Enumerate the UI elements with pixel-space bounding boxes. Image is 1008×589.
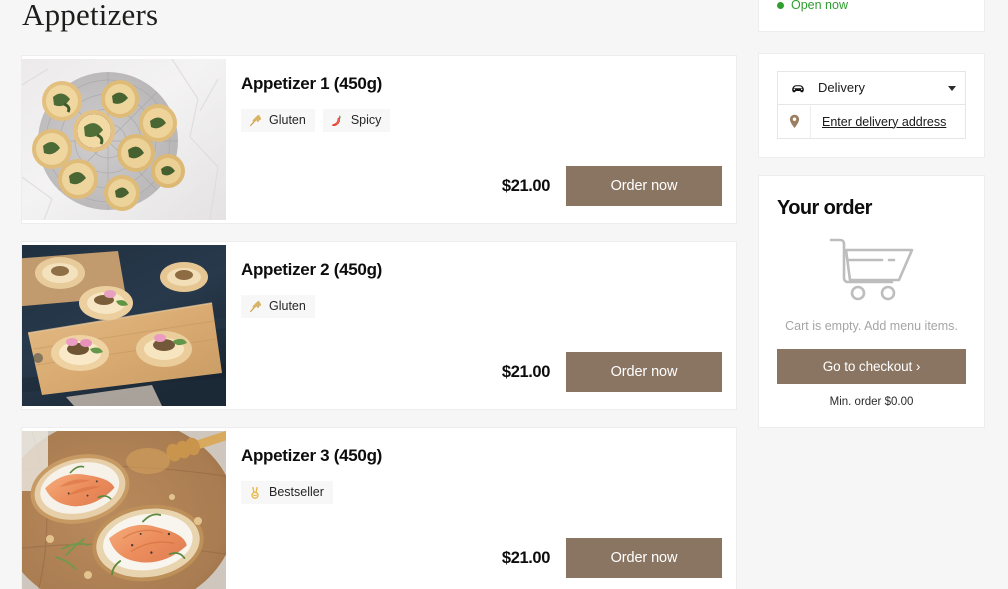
menu-item-photo-appetizer-3: [22, 431, 226, 589]
menu-item-list: Appetizer 1 (450g) Gluten Spicy $21.00 O…: [0, 56, 736, 589]
order-now-button[interactable]: Order now: [566, 352, 722, 392]
tag-spicy: Spicy: [322, 109, 391, 132]
menu-item-photo-appetizer-2: [22, 245, 226, 406]
min-order-label: Min. order $0.00: [829, 396, 914, 408]
menu-item-name: Appetizer 1 (450g): [241, 74, 383, 93]
menu-item-body: Appetizer 2 (450g) Gluten $21.00 Order n…: [226, 242, 736, 409]
delivery-mode-select[interactable]: Delivery: [777, 71, 966, 105]
delivery-address-field[interactable]: Enter delivery address: [777, 105, 966, 139]
menu-item-name: Appetizer 2 (450g): [241, 260, 383, 279]
wheat-icon: [248, 114, 262, 128]
status-dot-icon: [777, 2, 784, 9]
menu-item-price-row: $21.00 Order now: [502, 352, 722, 392]
tag-label: Spicy: [350, 113, 382, 127]
menu-item-body: Appetizer 3 (450g) Bestseller $21.00 Ord…: [226, 428, 736, 589]
tag-label: Gluten: [269, 299, 306, 313]
cart-empty-message: Cart is empty. Add menu items.: [785, 319, 958, 333]
menu-column: Appetizers Appetizer 1 (450g) Gluten Spi…: [0, 0, 736, 589]
chevron-down-icon[interactable]: [948, 85, 956, 91]
menu-item-tags: Bestseller: [241, 481, 721, 504]
menu-item-photo-appetizer-1: [22, 59, 226, 220]
order-now-button[interactable]: Order now: [566, 538, 722, 578]
menu-item-tags: Gluten Spicy: [241, 109, 721, 132]
wheat-icon: [248, 300, 262, 314]
map-pin-icon: [778, 105, 811, 138]
menu-item-price: $21.00: [501, 548, 550, 567]
delivery-options-card: Delivery Enter delivery address: [759, 54, 984, 157]
delivery-mode-label: Delivery: [818, 80, 865, 95]
tag-gluten: Gluten: [241, 295, 315, 318]
menu-page: Appetizers Appetizer 1 (450g) Gluten Spi…: [0, 0, 1008, 589]
your-order-title: Your order: [777, 197, 872, 219]
tag-bestseller: Bestseller: [241, 481, 333, 504]
restaurant-status-card: Open now: [759, 0, 984, 31]
sidebar: Open now Delivery Enter delivery address…: [759, 0, 984, 427]
shopping-cart-icon: [826, 234, 918, 302]
menu-item-body: Appetizer 1 (450g) Gluten Spicy $21.00 O…: [226, 56, 736, 223]
menu-item-tags: Gluten: [241, 295, 721, 318]
menu-item-price-row: $21.00 Order now: [502, 538, 722, 578]
menu-item-price-row: $21.00 Order now: [502, 166, 722, 206]
menu-item-card[interactable]: Appetizer 3 (450g) Bestseller $21.00 Ord…: [22, 428, 736, 589]
order-now-button[interactable]: Order now: [566, 166, 722, 206]
car-icon: [790, 80, 806, 96]
menu-item-card[interactable]: Appetizer 2 (450g) Gluten $21.00 Order n…: [22, 242, 736, 409]
tag-label: Gluten: [269, 113, 306, 127]
delivery-address-label: Enter delivery address: [822, 114, 947, 129]
your-order-card: Your order Cart is empty. Add menu items…: [759, 176, 984, 427]
status-badge: Open now: [777, 0, 848, 13]
chili-icon: [330, 114, 344, 128]
menu-item-price: $21.00: [501, 176, 550, 195]
menu-item-card[interactable]: Appetizer 1 (450g) Gluten Spicy $21.00 O…: [22, 56, 736, 223]
menu-item-name: Appetizer 3 (450g): [241, 446, 383, 465]
page-title: Appetizers: [22, 0, 159, 32]
medal-icon: [248, 486, 262, 500]
tag-label: Bestseller: [269, 485, 324, 499]
menu-item-price: $21.00: [501, 362, 550, 381]
status-label: Open now: [791, 0, 848, 12]
empty-cart-illustration: [777, 234, 966, 302]
go-to-checkout-button[interactable]: Go to checkout ›: [777, 349, 966, 384]
tag-gluten: Gluten: [241, 109, 315, 132]
